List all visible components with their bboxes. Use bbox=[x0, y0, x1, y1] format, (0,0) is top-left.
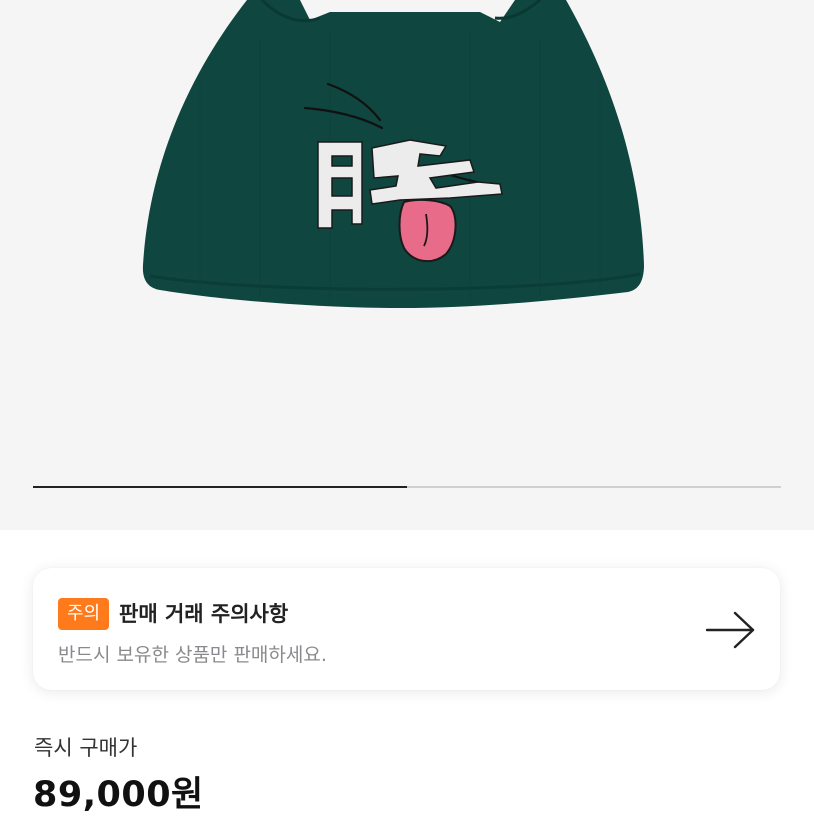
instant-buy-price-label: 즉시 구매가 bbox=[34, 736, 138, 760]
sales-notice-card[interactable]: 주의 판매 거래 주의사항 반드시 보유한 상품만 판매하세요. bbox=[33, 568, 780, 690]
notice-title: 판매 거래 주의사항 bbox=[119, 602, 289, 626]
product-image bbox=[142, 0, 644, 308]
image-progress-fill bbox=[33, 486, 407, 488]
instant-buy-price: 89,000원 bbox=[33, 775, 204, 815]
image-progress-bar bbox=[33, 486, 781, 488]
notice-subtitle: 반드시 보유한 상품만 판매하세요. bbox=[58, 644, 327, 666]
product-image-gallery[interactable] bbox=[0, 0, 814, 530]
arrow-right-icon[interactable] bbox=[705, 610, 757, 650]
caution-badge: 주의 bbox=[58, 598, 110, 630]
